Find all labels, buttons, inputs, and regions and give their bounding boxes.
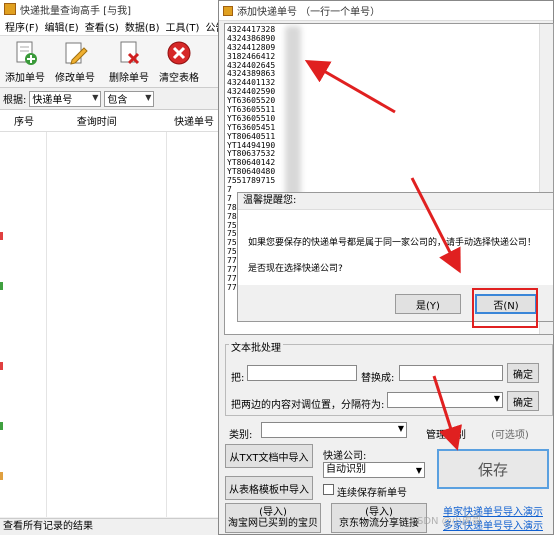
watermark: CSDN @小虎哥 xyxy=(410,516,482,527)
annotation-arrows xyxy=(304,60,462,451)
